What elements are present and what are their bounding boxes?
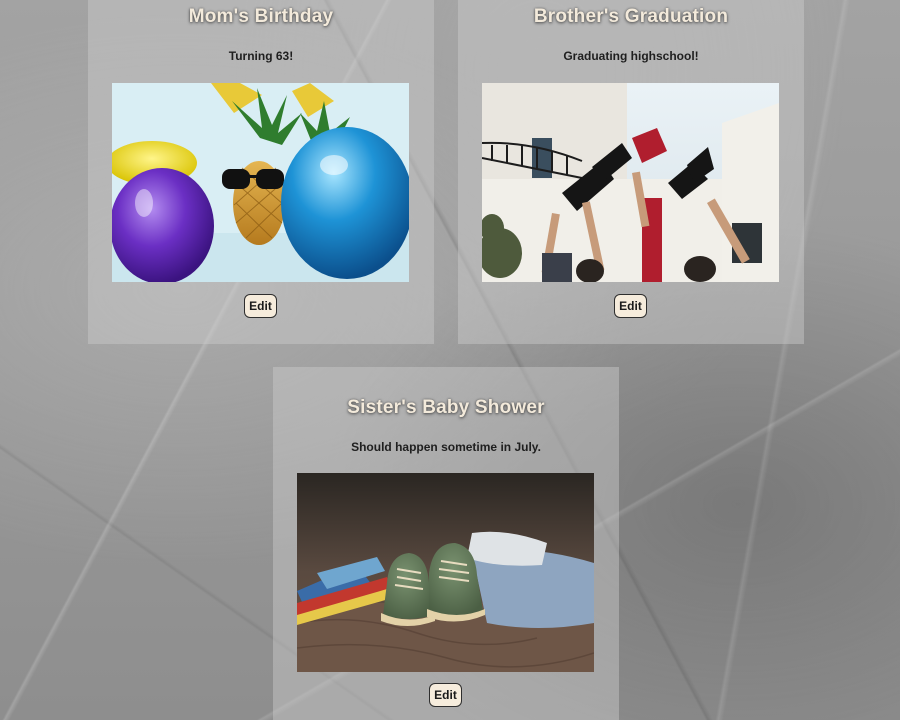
event-card-brothers-graduation: Brother's Graduation Graduating highscho… [458,0,804,344]
event-title: Sister's Baby Shower [347,397,545,418]
party-pineapple-balloons-photo [112,83,409,282]
event-description: Graduating highschool! [563,49,699,63]
event-card-moms-birthday: Mom's Birthday Turning 63! Edit [88,0,434,344]
event-title: Brother's Graduation [533,6,729,27]
edit-button[interactable]: Edit [244,294,277,318]
event-description: Turning 63! [228,49,294,63]
edit-button[interactable]: Edit [429,683,462,707]
page: { "cards": [ { "title": "Mom's Birthday"… [0,0,900,720]
event-card-sisters-baby-shower: Sister's Baby Shower Should happen somet… [273,367,619,720]
edit-button[interactable]: Edit [614,294,647,318]
event-description: Should happen sometime in July. [351,440,541,454]
graduation-caps-photo [482,83,779,282]
event-title: Mom's Birthday [188,6,334,27]
baby-shoes-photo [297,473,594,672]
